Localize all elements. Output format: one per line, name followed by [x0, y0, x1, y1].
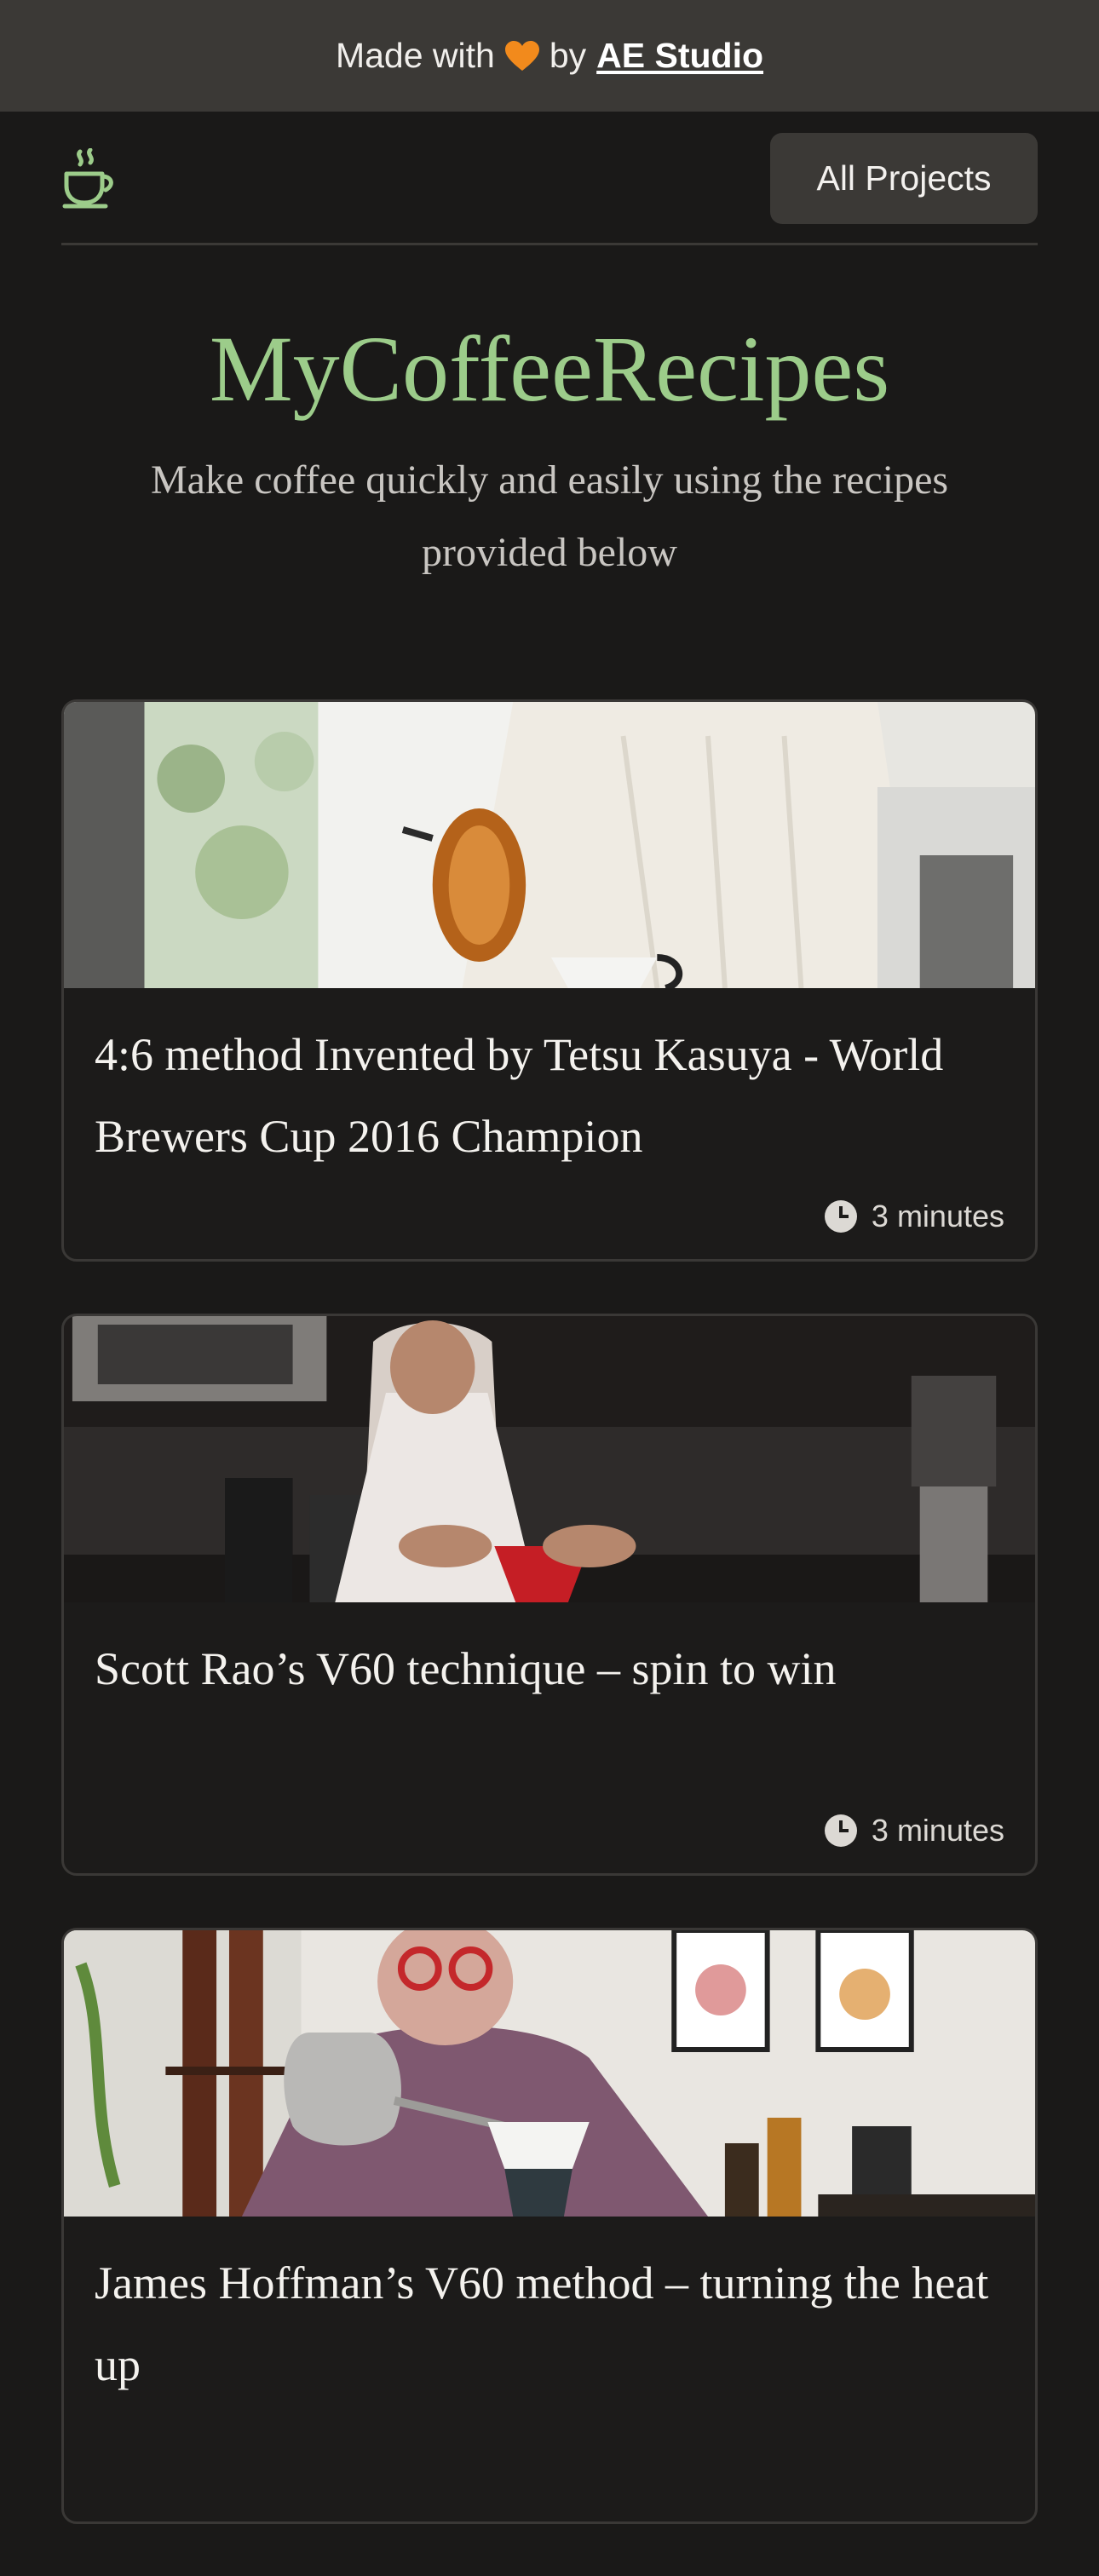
recipe-thumbnail	[64, 702, 1035, 988]
recipe-duration-label: 3 minutes	[871, 1199, 1004, 1233]
clock-icon	[824, 1200, 857, 1233]
recipe-title: James Hoffman’s V60 method – turning the…	[95, 2257, 989, 2390]
navbar: All Projects	[61, 112, 1038, 245]
recipe-thumbnail	[64, 1316, 1035, 1602]
recipe-card-body: Scott Rao’s V60 technique – spin to win	[64, 1602, 1035, 1710]
recipe-card[interactable]: James Hoffman’s V60 method – turning the…	[61, 1928, 1038, 2524]
banner-by: by	[549, 36, 587, 75]
recipe-thumbnail	[64, 1930, 1035, 2217]
recipe-duration-label: 3 minutes	[871, 1813, 1004, 1848]
banner-made-with: Made with	[335, 36, 495, 75]
recipe-card[interactable]: 4:6 method Invented by Tetsu Kasuya - Wo…	[61, 699, 1038, 1262]
recipe-card[interactable]: Scott Rao’s V60 technique – spin to win …	[61, 1314, 1038, 1876]
top-banner: Made with by AE Studio	[0, 0, 1099, 112]
orange-heart-icon	[504, 40, 539, 71]
recipe-duration: 3 minutes	[824, 1813, 1004, 1849]
recipe-card-body: 4:6 method Invented by Tetsu Kasuya - Wo…	[64, 988, 1035, 1177]
all-projects-button[interactable]: All Projects	[770, 133, 1038, 224]
page-subtitle: Make coffee quickly and easily using the…	[150, 457, 949, 575]
clock-icon	[824, 1814, 857, 1847]
hero: MyCoffeeRecipes Make coffee quickly and …	[0, 318, 1099, 589]
coffee-cup-icon[interactable]	[61, 148, 118, 210]
ae-studio-link[interactable]: AE Studio	[596, 36, 763, 76]
recipe-duration: 3 minutes	[824, 1199, 1004, 1234]
page-title: MyCoffeeRecipes	[209, 317, 890, 421]
recipe-title: 4:6 method Invented by Tetsu Kasuya - Wo…	[95, 1029, 944, 1162]
recipe-card-body: James Hoffman’s V60 method – turning the…	[64, 2217, 1035, 2406]
recipe-list: 4:6 method Invented by Tetsu Kasuya - Wo…	[61, 699, 1038, 2576]
recipe-title: Scott Rao’s V60 technique – spin to win	[95, 1643, 837, 1694]
